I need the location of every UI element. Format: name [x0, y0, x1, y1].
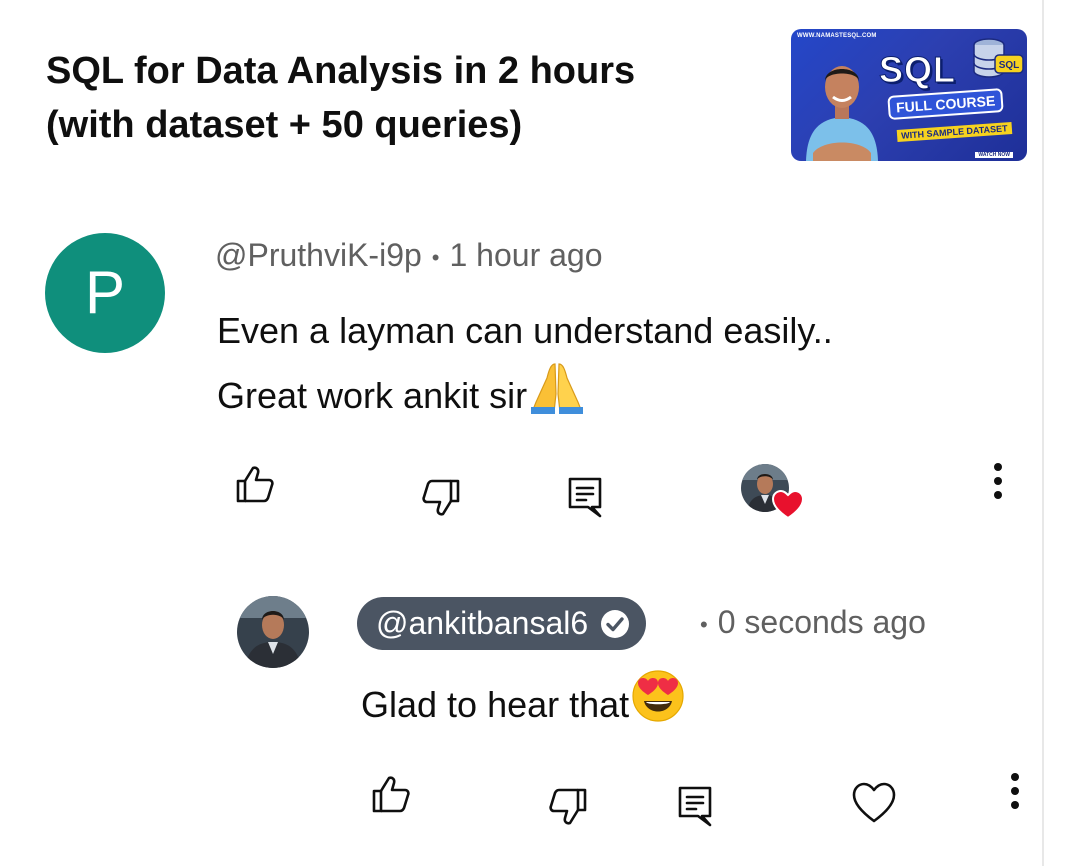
- reply-dislike-icon[interactable]: [548, 787, 588, 827]
- thumbnail-badge: FULL COURSE: [887, 88, 1005, 120]
- reply-body: Glad to hear that: [361, 669, 685, 734]
- dislike-icon[interactable]: [421, 478, 461, 518]
- comment-thread-screen: SQL for Data Analysis in 2 hours (with d…: [0, 0, 1090, 866]
- comment-body: Even a layman can understand easily.. Gr…: [217, 301, 833, 425]
- video-title-line2: (with dataset + 50 queries): [46, 104, 523, 146]
- database-icon-label: SQL: [999, 60, 1020, 71]
- thumbnail-sql-text: SQL: [878, 49, 957, 91]
- reply-reply-icon[interactable]: [677, 785, 715, 827]
- comment-text-line1: Even a layman can understand easily..: [217, 310, 833, 351]
- heart-icon[interactable]: [852, 782, 896, 824]
- reply-time: 0 seconds ago: [717, 604, 926, 640]
- reply-meta: • 0 seconds ago: [700, 604, 926, 641]
- video-thumbnail[interactable]: WWW.NAMASTESQL.COM SQL SQL FULL COURSE W…: [791, 29, 1027, 161]
- thumbnail-cta: WATCH NOW: [975, 152, 1013, 158]
- like-icon[interactable]: [235, 464, 275, 504]
- comment-time: 1 hour ago: [449, 237, 603, 273]
- video-title-line1: SQL for Data Analysis in 2 hours: [46, 50, 636, 92]
- folded-hands-emoji: [531, 363, 584, 414]
- heart-eyes-emoji: [632, 670, 684, 722]
- thumbnail-site-text: WWW.NAMASTESQL.COM: [797, 33, 877, 39]
- reply-author-avatar[interactable]: [237, 596, 309, 668]
- comment-author[interactable]: @PruthviK-i9p: [215, 237, 422, 273]
- comment-meta: @PruthviK-i9p • 1 hour ago: [215, 237, 603, 274]
- verified-check-icon: [601, 609, 630, 638]
- reply-more-options-icon[interactable]: [1009, 773, 1021, 813]
- comment-text-line2: Great work ankit sir: [217, 375, 528, 416]
- commenter-avatar[interactable]: P: [45, 233, 165, 353]
- reply-text: Glad to hear that: [361, 684, 630, 725]
- meta-separator: •: [431, 244, 440, 270]
- reply-author: @ankitbansal6: [376, 605, 589, 641]
- reply-avatar-image: [237, 596, 309, 668]
- database-icon: SQL: [973, 38, 1024, 78]
- heart-badge-icon: [772, 490, 804, 520]
- reply-meta-separator: •: [700, 611, 708, 637]
- reply-icon[interactable]: [567, 476, 605, 518]
- presenter-illustration: [806, 66, 878, 161]
- reply-author-badge[interactable]: @ankitbansal6: [357, 597, 647, 650]
- panel-edge: [1042, 0, 1090, 866]
- more-options-icon[interactable]: [992, 463, 1004, 503]
- thumbnail-subtitle: WITH SAMPLE DATASET: [896, 122, 1012, 142]
- video-title[interactable]: SQL for Data Analysis in 2 hours (with d…: [46, 44, 726, 152]
- reply-like-icon[interactable]: [371, 774, 411, 814]
